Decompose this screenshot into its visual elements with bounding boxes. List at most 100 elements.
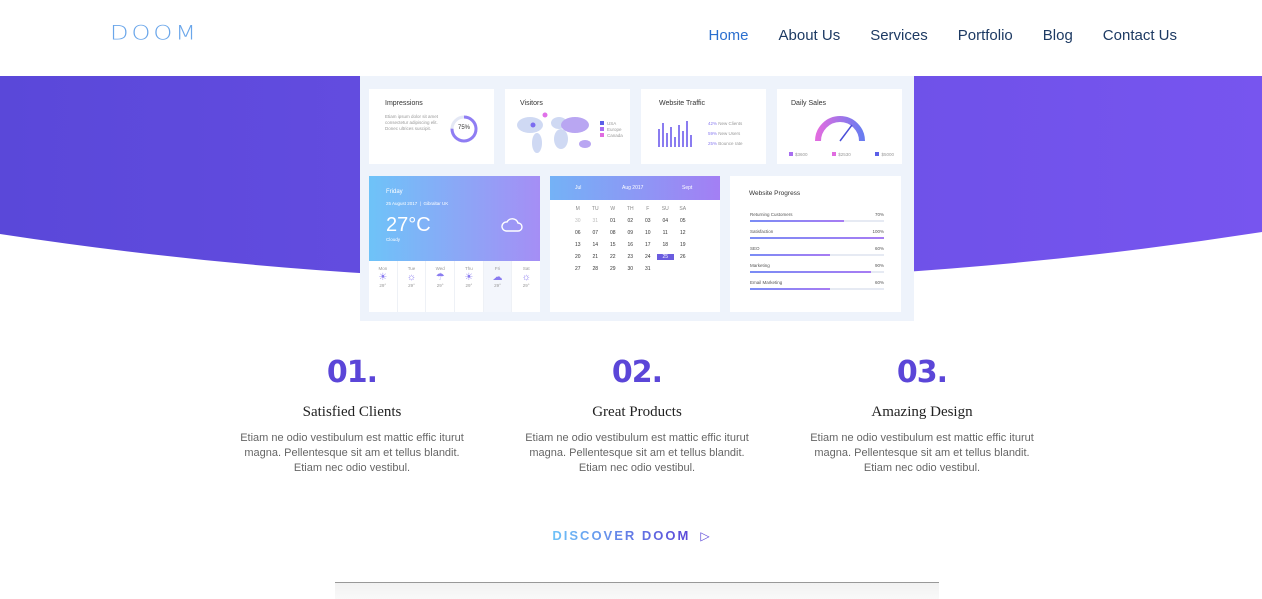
calendar-day[interactable]: 15 bbox=[604, 242, 622, 248]
calendar-day[interactable]: 31 bbox=[639, 266, 657, 272]
feature-number: 03. bbox=[896, 355, 948, 390]
progress-bar bbox=[750, 237, 884, 239]
feature-number: 01. bbox=[326, 355, 378, 390]
progress-label: Satisfaction bbox=[750, 229, 774, 234]
calendar-day[interactable]: 13 bbox=[569, 242, 587, 248]
nav-portfolio[interactable]: Portfolio bbox=[958, 27, 1013, 44]
progress-row: Marketing 90% bbox=[750, 263, 884, 273]
calendar-day[interactable]: 29 bbox=[604, 266, 622, 272]
calendar-weekday: TH bbox=[626, 206, 634, 212]
calendar-day[interactable]: 24 bbox=[639, 254, 657, 260]
calendar-day[interactable]: 07 bbox=[587, 230, 605, 236]
nav-contact-us[interactable]: Contact Us bbox=[1103, 27, 1177, 44]
world-map-icon bbox=[517, 112, 591, 153]
forecast-day: Sat ☼ 29° bbox=[512, 261, 540, 312]
sales-legend-2: $5000 bbox=[881, 152, 894, 157]
forecast-day-selected: Fri ☁ 29° bbox=[483, 261, 513, 312]
calendar-day[interactable]: 25 bbox=[656, 254, 674, 260]
calendar-day[interactable]: 03 bbox=[639, 218, 657, 224]
traffic-pct-0: 42% bbox=[708, 121, 718, 126]
sunset-icon: ☼ bbox=[521, 272, 531, 283]
impressions-text: Etiam ipsum dolor sit amet consectetur a… bbox=[385, 114, 439, 131]
calendar-header: Jul Aug 2017 Sept bbox=[550, 176, 720, 200]
progress-bar bbox=[750, 271, 884, 273]
calendar-prev-month[interactable]: Jul bbox=[575, 185, 581, 191]
progress-label: SEO bbox=[750, 246, 760, 251]
site-logo[interactable]: DOOM bbox=[110, 22, 199, 44]
feature-description: Etiam ne odio vestibulum est mattic effi… bbox=[240, 432, 464, 474]
calendar-day[interactable]: 02 bbox=[622, 218, 640, 224]
sunrise-icon: ☼ bbox=[406, 272, 417, 283]
calendar-day[interactable]: 21 bbox=[587, 254, 605, 260]
progress-label: Marketing bbox=[750, 263, 770, 268]
visitors-card: Visitors USA Europe Canada bbox=[505, 89, 630, 164]
progress-fill bbox=[750, 220, 844, 222]
feature-3: 03. Amazing Design Etiam ne odio vestibu… bbox=[792, 355, 1052, 476]
progress-value: 60% bbox=[874, 280, 884, 285]
sales-legend: $3600 $2530 $5000 bbox=[789, 152, 894, 158]
progress-fill bbox=[750, 254, 831, 256]
calendar-next-month[interactable]: Sept bbox=[682, 185, 692, 191]
calendar-day[interactable]: 30 bbox=[622, 266, 640, 272]
traffic-card: Website Traffic 42% New Clients 59% New … bbox=[641, 89, 766, 164]
calendar-day[interactable]: 19 bbox=[674, 242, 692, 248]
calendar-day[interactable]: 26 bbox=[674, 254, 692, 260]
calendar-day[interactable]: 16 bbox=[622, 242, 640, 248]
site-header: DOOM Home About Us Services Portfolio Bl… bbox=[0, 0, 1262, 76]
calendar-card: Jul Aug 2017 Sept M TU W TH F SU SA 30 31 01 02 03 0… bbox=[550, 176, 720, 312]
calendar-day[interactable]: 30 bbox=[569, 218, 587, 224]
calendar-day[interactable]: 12 bbox=[674, 230, 692, 236]
traffic-pct-1: 59% bbox=[708, 131, 718, 136]
progress-label: Returning Customers bbox=[750, 212, 793, 217]
feature-description: Etiam ne odio vestibulum est mattic effi… bbox=[810, 432, 1034, 474]
calendar-day[interactable]: 05 bbox=[674, 218, 692, 224]
feature-number: 02. bbox=[611, 355, 663, 390]
calendar-day[interactable]: 17 bbox=[639, 242, 657, 248]
calendar-day[interactable]: 31 bbox=[587, 218, 605, 224]
nav-blog[interactable]: Blog bbox=[1043, 27, 1073, 44]
calendar-day[interactable]: 18 bbox=[657, 242, 675, 248]
weather-condition: Cloudy bbox=[386, 237, 401, 242]
calendar-day[interactable]: 01 bbox=[604, 218, 622, 224]
discover-label: DISCOVER DOOM bbox=[552, 528, 691, 543]
sun-icon: ☀ bbox=[378, 272, 388, 283]
calendar-day[interactable]: 27 bbox=[569, 266, 587, 272]
calendar-day bbox=[674, 266, 692, 272]
nav-about-us[interactable]: About Us bbox=[779, 27, 841, 44]
calendar-weekday: W bbox=[610, 206, 616, 212]
dashboard-mockup: Impressions Etiam ipsum dolor sit amet c… bbox=[360, 76, 914, 321]
legend-europe: Europe bbox=[607, 127, 622, 132]
progress-value: 60% bbox=[874, 246, 884, 251]
calendar-month: Aug 2017 bbox=[622, 185, 644, 191]
main-nav: Home About Us Services Portfolio Blog Co… bbox=[708, 27, 1177, 44]
calendar-day[interactable]: 14 bbox=[587, 242, 605, 248]
progress-row: Satisfaction 100% bbox=[750, 229, 884, 239]
calendar-day[interactable]: 28 bbox=[587, 266, 605, 272]
calendar-day[interactable]: 20 bbox=[569, 254, 587, 260]
calendar-weekday: M bbox=[575, 206, 580, 212]
legend-usa: USA bbox=[607, 121, 617, 126]
calendar-day[interactable]: 06 bbox=[569, 230, 587, 236]
calendar-day[interactable]: 04 bbox=[657, 218, 675, 224]
calendar-day[interactable]: 23 bbox=[622, 254, 640, 260]
calendar-weekday: SA bbox=[679, 206, 687, 212]
calendar-day[interactable]: 11 bbox=[657, 230, 675, 236]
feature-2: 02. Great Products Etiam ne odio vestibu… bbox=[507, 355, 767, 476]
discover-button[interactable]: DISCOVER DOOM ▷ bbox=[552, 527, 709, 544]
calendar-day[interactable]: 09 bbox=[622, 230, 640, 236]
feature-title: Amazing Design bbox=[871, 404, 973, 420]
calendar-day[interactable]: 22 bbox=[604, 254, 622, 260]
sun-icon: ☀ bbox=[464, 272, 474, 283]
sales-legend-1: $2530 bbox=[838, 152, 851, 157]
progress-label: Email Marketing bbox=[750, 280, 783, 285]
calendar-day[interactable]: 08 bbox=[604, 230, 622, 236]
progress-bar bbox=[750, 254, 884, 256]
nav-home[interactable]: Home bbox=[708, 27, 748, 44]
page: DOOM Home About Us Services Portfolio Bl… bbox=[0, 0, 1262, 599]
calendar-day[interactable]: 10 bbox=[639, 230, 657, 236]
progress-bar bbox=[750, 288, 884, 290]
nav-services[interactable]: Services bbox=[870, 27, 928, 44]
visitors-legend: USA Europe Canada bbox=[600, 121, 623, 139]
progress-fill bbox=[750, 237, 884, 239]
traffic-stats: 42% New Clients 59% New Users 25% Bounce… bbox=[708, 119, 743, 149]
